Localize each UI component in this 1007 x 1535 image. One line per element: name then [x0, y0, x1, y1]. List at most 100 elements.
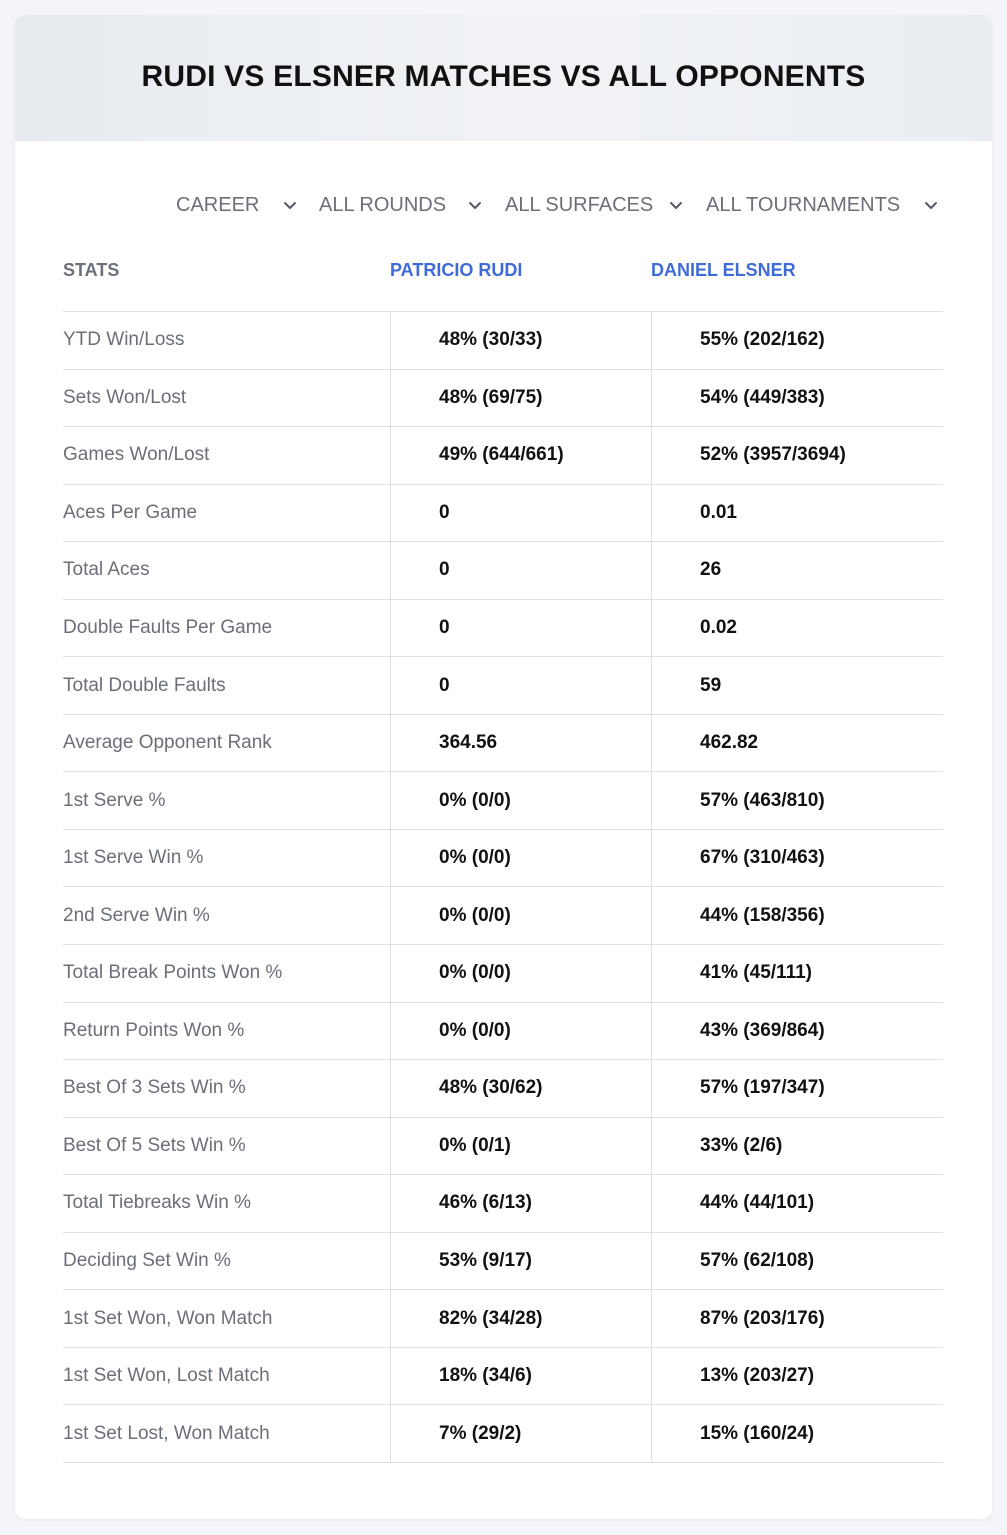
table-row: Total Tiebreaks Win % 46% (6/13) 44% (44/1…	[63, 1175, 943, 1233]
player2-value: 13% (203/27)	[651, 1347, 943, 1405]
stat-label: Total Double Faults	[63, 674, 226, 696]
column-header-player1[interactable]: PATRICIO RUDI	[390, 255, 522, 285]
player2-value: 57% (197/347)	[651, 1060, 943, 1117]
filter-rounds-dropdown[interactable]: ALL ROUNDS	[319, 185, 483, 225]
player2-value: 57% (463/810)	[651, 772, 943, 829]
table-row: Aces Per Game 0 0.01	[63, 484, 943, 543]
filter-bar: CAREER ALL ROUNDS ALL SURFACES ALL TOURN…	[15, 185, 992, 225]
player1-value: 0% (0/1)	[390, 1117, 651, 1175]
player2-value: 33% (2/6)	[651, 1117, 943, 1175]
table-row: Total Double Faults 0 59	[63, 657, 943, 715]
player1-value: 0% (0/0)	[390, 772, 651, 829]
player1-value: 48% (69/75)	[390, 369, 651, 427]
table-row: 1st Serve % 0% (0/0) 57% (463/810)	[63, 772, 943, 830]
player1-value: 48% (30/62)	[390, 1060, 651, 1117]
player1-value: 0	[390, 484, 651, 542]
table-row: Best Of 3 Sets Win % 48% (30/62) 57% (197/…	[63, 1060, 943, 1118]
player2-value: 15% (160/24)	[651, 1405, 943, 1462]
stat-label: Sets Won/Lost	[63, 386, 187, 408]
player2-value: 54% (449/383)	[651, 369, 943, 427]
table-row: Best Of 5 Sets Win % 0% (0/1) 33% (2/6)	[63, 1117, 943, 1176]
stat-label: Double Faults Per Game	[63, 617, 273, 638]
player1-value: 48% (30/33)	[390, 312, 651, 369]
table-row: 1st Set Won, Won Match 82% (34/28) 87% (20…	[63, 1290, 943, 1348]
player1-value: 0	[390, 657, 651, 714]
player1-value: 364.56	[390, 714, 651, 772]
table-row: Total Aces 0 26	[63, 542, 943, 600]
filter-career-dropdown[interactable]: CAREER	[176, 185, 298, 225]
player2-value: 67% (310/463)	[651, 829, 943, 887]
player2-value: 59	[651, 657, 943, 714]
player1-value: 82% (34/28)	[390, 1290, 651, 1347]
player1-value: 46% (6/13)	[390, 1175, 651, 1232]
stat-label: 1st Set Won, Won Match	[63, 1307, 273, 1329]
filter-surfaces-dropdown[interactable]: ALL SURFACES	[505, 185, 684, 225]
page-title: RUDI VS ELSNER MATCHES VS ALL OPPONENTS	[141, 60, 866, 93]
chevron-down-icon	[282, 197, 298, 213]
filter-label: ALL ROUNDS	[319, 193, 447, 216]
table-row: 1st Serve Win % 0% (0/0) 67% (310/463)	[63, 829, 943, 888]
stat-label: YTD Win/Loss	[63, 329, 185, 351]
player2-value: 26	[651, 542, 943, 599]
column-header-player2[interactable]: DANIEL ELSNER	[651, 255, 796, 285]
stat-label: 1st Set Won, Lost Match	[63, 1365, 270, 1387]
player2-value: 52% (3957/3694)	[651, 427, 943, 484]
player2-value: 44% (44/101)	[651, 1175, 943, 1232]
table-row: Double Faults Per Game 0 0.02	[63, 599, 943, 658]
stat-label: 1st Serve Win %	[63, 847, 204, 869]
table-row: Average Opponent Rank 364.56 462.82	[63, 714, 943, 773]
player2-value: 0.01	[651, 484, 943, 542]
player2-value: 0.02	[651, 599, 943, 657]
stat-label: Best Of 5 Sets Win %	[63, 1134, 246, 1156]
player1-value: 0% (0/0)	[390, 887, 651, 945]
player1-value: 53% (9/17)	[390, 1232, 651, 1290]
chevron-down-icon	[467, 197, 483, 213]
table-row: 1st Set Lost, Won Match 7% (29/2) 15% (160…	[63, 1405, 943, 1463]
column-header-stats: STATS	[63, 260, 120, 280]
stats-card: RUDI VS ELSNER MATCHES VS ALL OPPONENTS …	[15, 15, 992, 1519]
stat-label: Average Opponent Rank	[63, 732, 272, 754]
player1-value: 0	[390, 599, 651, 657]
stat-label: Aces Per Game	[63, 501, 198, 523]
player2-value: 41% (45/111)	[651, 945, 943, 1002]
filter-label: ALL SURFACES	[505, 193, 654, 216]
filter-label: CAREER	[176, 193, 260, 216]
table-row: Total Break Points Won % 0% (0/0) 41% (45/…	[63, 945, 943, 1003]
stat-label: Best Of 3 Sets Win %	[63, 1077, 246, 1099]
table-row: YTD Win/Loss 48% (30/33) 55% (202/162)	[63, 312, 943, 370]
stat-label: Total Tiebreaks Win %	[63, 1192, 251, 1214]
table-header: STATS PATRICIO RUDI DANIEL ELSNER	[15, 255, 992, 285]
stat-label: 1st Serve %	[63, 789, 166, 811]
stat-label: 2nd Serve Win %	[63, 904, 210, 926]
chevron-down-icon	[668, 197, 684, 213]
player2-value: 87% (203/176)	[651, 1290, 943, 1347]
table-row: Return Points Won % 0% (0/0) 43% (369/864)	[63, 1002, 943, 1061]
player1-value: 18% (34/6)	[390, 1347, 651, 1405]
table-row: 2nd Serve Win % 0% (0/0) 44% (158/356)	[63, 887, 943, 946]
player2-value: 44% (158/356)	[651, 887, 943, 945]
player1-value: 7% (29/2)	[390, 1405, 651, 1462]
chevron-down-icon	[923, 197, 939, 213]
player2-value: 462.82	[651, 714, 943, 772]
stat-label: Games Won/Lost	[63, 444, 210, 466]
player1-value: 0% (0/0)	[390, 1002, 651, 1060]
stat-label: Deciding Set Win %	[63, 1250, 231, 1272]
player1-value: 0% (0/0)	[390, 829, 651, 887]
stat-label: Return Points Won %	[63, 1019, 245, 1041]
filter-label: ALL TOURNAMENTS	[706, 193, 901, 216]
table-row: Games Won/Lost 49% (644/661) 52% (3957/369…	[63, 427, 943, 485]
player1-value: 49% (644/661)	[390, 427, 651, 484]
filter-tournaments-dropdown[interactable]: ALL TOURNAMENTS	[706, 185, 939, 225]
table-row: Sets Won/Lost 48% (69/75) 54% (449/383)	[63, 369, 943, 428]
table-row: 1st Set Won, Lost Match 18% (34/6) 13% (20…	[63, 1347, 943, 1406]
table-row: Deciding Set Win % 53% (9/17) 57% (62/108)	[63, 1232, 943, 1291]
stat-label: 1st Set Lost, Won Match	[63, 1422, 270, 1444]
stats-table: YTD Win/Loss 48% (30/33) 55% (202/162) Sets…	[63, 311, 943, 1463]
stat-label: Total Aces	[63, 559, 150, 581]
stat-label: Total Break Points Won %	[63, 962, 283, 984]
player2-value: 43% (369/864)	[651, 1002, 943, 1060]
player2-value: 57% (62/108)	[651, 1232, 943, 1290]
card-header: RUDI VS ELSNER MATCHES VS ALL OPPONENTS	[15, 15, 992, 141]
player1-value: 0	[390, 542, 651, 599]
player1-value: 0% (0/0)	[390, 945, 651, 1002]
